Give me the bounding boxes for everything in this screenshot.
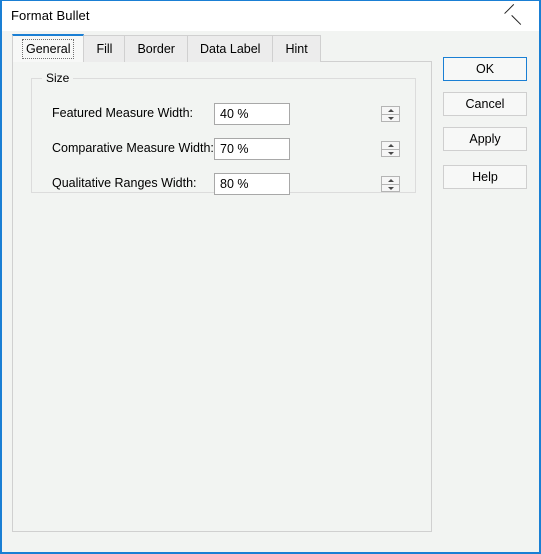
qualitative-ranges-width-label: Qualitative Ranges Width: [52, 176, 197, 190]
comparative-measure-width-spin-buttons [381, 141, 400, 157]
size-group-legend: Size [42, 71, 74, 85]
tab-fill[interactable]: Fill [83, 35, 126, 62]
tab-general-label: General [21, 39, 75, 59]
comparative-measure-width-increment-button[interactable] [381, 141, 400, 149]
chevron-up-icon [387, 109, 394, 112]
dialog-button-column: OK Cancel Apply Help [443, 57, 527, 200]
tab-hint-label: Hint [285, 42, 308, 56]
window-title: Format Bullet [11, 8, 90, 23]
help-button[interactable]: Help [443, 165, 527, 189]
tab-data-label[interactable]: Data Label [186, 35, 274, 62]
tab-fill-label: Fill [96, 42, 113, 56]
featured-measure-width-increment-button[interactable] [381, 106, 400, 114]
tab-border-label: Border [137, 42, 175, 56]
size-group-box: Size Featured Measure Width: Comparative… [31, 71, 416, 195]
comparative-measure-width-decrement-button[interactable] [381, 149, 400, 157]
tab-panel-general: Size Featured Measure Width: Comparative… [12, 61, 432, 532]
comparative-measure-width-spinner[interactable] [214, 138, 400, 160]
qualitative-ranges-width-increment-button[interactable] [381, 176, 400, 184]
ok-button[interactable]: OK [443, 57, 527, 81]
tab-hint[interactable]: Hint [272, 35, 321, 62]
chevron-down-icon [387, 186, 394, 190]
row-qualitative-ranges-width: Qualitative Ranges Width: [32, 173, 415, 195]
row-comparative-measure-width: Comparative Measure Width: [32, 138, 415, 160]
qualitative-ranges-width-spinner[interactable] [214, 173, 400, 195]
featured-measure-width-input[interactable] [215, 104, 381, 124]
chevron-down-icon [387, 116, 394, 120]
qualitative-ranges-width-input[interactable] [215, 174, 381, 194]
chevron-up-icon [387, 144, 394, 147]
title-bar: Format Bullet [2, 1, 539, 31]
featured-measure-width-spinner[interactable] [214, 103, 400, 125]
chevron-down-icon [387, 151, 394, 155]
featured-measure-width-spin-buttons [381, 106, 400, 122]
chevron-up-icon [387, 179, 394, 182]
row-featured-measure-width: Featured Measure Width: [32, 103, 415, 125]
qualitative-ranges-width-spin-buttons [381, 176, 400, 192]
tab-general[interactable]: General [12, 34, 85, 62]
comparative-measure-width-label: Comparative Measure Width: [52, 141, 214, 155]
comparative-measure-width-input[interactable] [215, 139, 381, 159]
tab-data-label-label: Data Label [199, 42, 261, 56]
qualitative-ranges-width-decrement-button[interactable] [381, 184, 400, 192]
featured-measure-width-label: Featured Measure Width: [52, 106, 194, 120]
close-button[interactable] [495, 1, 539, 30]
featured-measure-width-decrement-button[interactable] [381, 114, 400, 122]
apply-button[interactable]: Apply [443, 127, 527, 151]
cancel-button[interactable]: Cancel [443, 92, 527, 116]
format-bullet-dialog: Format Bullet General Fill Border Data L… [0, 0, 541, 554]
tab-border[interactable]: Border [124, 35, 188, 62]
close-icon [512, 10, 523, 21]
tab-strip: General Fill Border Data Label Hint [12, 34, 321, 62]
